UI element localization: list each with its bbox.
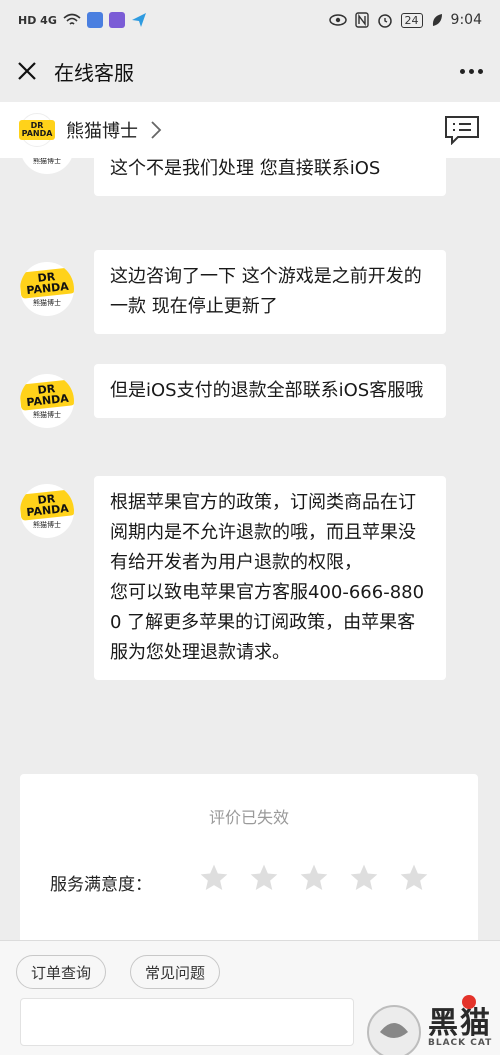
star-icon[interactable] bbox=[198, 862, 230, 894]
avatar-caption: 熊猫博士 bbox=[33, 411, 61, 419]
faq-button[interactable]: 常见问题 bbox=[130, 955, 221, 989]
avatar-caption: 熊猫博士 bbox=[33, 299, 61, 307]
nfc-icon bbox=[354, 12, 369, 28]
app-notification-icon bbox=[86, 12, 103, 28]
star-icon[interactable] bbox=[298, 862, 330, 894]
more-button[interactable] bbox=[456, 58, 486, 84]
watermark-text: 黑猫 bbox=[428, 1006, 492, 1041]
more-dot-icon bbox=[477, 68, 483, 74]
status-left: HD 4G bbox=[18, 12, 147, 28]
close-icon bbox=[18, 62, 36, 80]
order-query-button[interactable]: 订单查询 bbox=[16, 955, 107, 989]
app-notification-icon bbox=[108, 12, 125, 28]
chevron-right-icon bbox=[151, 121, 162, 139]
message-bubble[interactable]: 这边咨询了一下 这个游戏是之前开发的一款 现在停止更新了 bbox=[94, 250, 446, 334]
store-avatar: DR PANDA bbox=[18, 113, 56, 147]
store-header[interactable]: DR PANDA 熊猫博士 bbox=[0, 102, 500, 158]
dr-panda-logo: DR PANDA bbox=[20, 267, 74, 299]
agent-avatar[interactable]: DR PANDA 熊猫博士 bbox=[20, 374, 74, 428]
agent-avatar[interactable]: DR PANDA 熊猫博士 bbox=[20, 262, 74, 316]
more-dot-icon bbox=[459, 68, 465, 74]
star-icon[interactable] bbox=[248, 862, 280, 894]
star-rating bbox=[198, 862, 430, 894]
wifi-icon bbox=[63, 13, 81, 25]
agent-avatar[interactable]: DR PANDA 熊猫博士 bbox=[20, 484, 74, 538]
eye-icon bbox=[328, 14, 347, 26]
page-title: 在线客服 bbox=[54, 60, 134, 85]
satisfaction-label: 服务满意度： bbox=[50, 875, 152, 895]
battery-indicator: 24 bbox=[400, 12, 423, 28]
status-bar: HD 4G 24 9:04 bbox=[0, 0, 500, 40]
leaf-icon bbox=[432, 14, 442, 26]
star-icon[interactable] bbox=[348, 862, 380, 894]
close-button[interactable] bbox=[14, 58, 40, 84]
network-indicator: HD 4G bbox=[18, 13, 57, 27]
bottom-bar: 订单查询 常见问题 bbox=[0, 940, 500, 1055]
send-icon bbox=[131, 13, 146, 27]
message-input[interactable] bbox=[20, 998, 354, 1046]
rating-card: 评价已失效 服务满意度： bbox=[20, 774, 478, 940]
avatar-caption: 熊猫博士 bbox=[33, 521, 61, 529]
dr-panda-logo: DR PANDA bbox=[20, 489, 74, 521]
dr-panda-logo: DR PANDA bbox=[18, 120, 56, 140]
chat-menu-icon[interactable] bbox=[444, 115, 480, 145]
store-name: 熊猫博士 bbox=[66, 121, 138, 142]
dr-panda-logo: DR PANDA bbox=[20, 379, 74, 411]
title-bar: 在线客服 bbox=[0, 40, 500, 102]
star-icon[interactable] bbox=[398, 862, 430, 894]
status-time: 9:04 bbox=[450, 12, 482, 28]
watermark-subtext: BLACK CAT bbox=[428, 1038, 493, 1048]
more-dot-icon bbox=[468, 68, 474, 74]
alarm-icon bbox=[377, 14, 392, 28]
notification-dot bbox=[462, 995, 476, 1009]
message-bubble[interactable]: 根据苹果官方的政策，订阅类商品在订阅期内是不允许退款的哦，而且苹果没有给开发者为… bbox=[94, 476, 446, 680]
rating-status: 评价已失效 bbox=[208, 808, 289, 827]
chat-area[interactable]: DR PANDA 熊猫博士 这个不是我们处理 您直接联系iOS DR PANDA… bbox=[0, 102, 500, 940]
message-bubble[interactable]: 但是iOS支付的退款全部联系iOS客服哦 bbox=[94, 364, 446, 418]
status-right: 24 9:04 bbox=[328, 12, 482, 28]
